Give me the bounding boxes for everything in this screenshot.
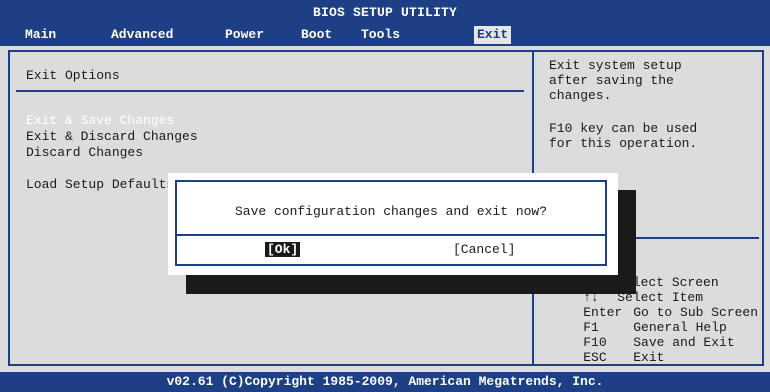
help-text-line: for this operation. — [549, 136, 698, 151]
key-hint-desc: Exit — [633, 350, 665, 365]
option-exit-discard-changes[interactable]: Exit & Discard Changes — [26, 129, 198, 145]
tab-exit[interactable]: Exit — [474, 26, 512, 44]
option-exit-save-changes[interactable]: Exit & Save Changes — [26, 113, 174, 129]
dialog-divider — [177, 234, 605, 236]
tab-main[interactable]: Main — [22, 26, 59, 44]
copyright-footer: v02.61 (C)Copyright 1985-2009, American … — [0, 372, 770, 392]
option-discard-changes[interactable]: Discard Changes — [26, 145, 143, 161]
dialog-message: Save configuration changes and exit now? — [234, 204, 548, 219]
ok-button[interactable]: [Ok] — [265, 242, 301, 257]
title-divider — [16, 90, 524, 92]
section-title: Exit Options — [26, 68, 120, 83]
help-text-line: after saving the — [549, 73, 674, 88]
tab-tools[interactable]: Tools — [358, 26, 403, 44]
cancel-button[interactable]: [Cancel] — [453, 242, 515, 257]
tab-power[interactable]: Power — [222, 26, 267, 44]
confirm-dialog: Save configuration changes and exit now?… — [168, 173, 618, 275]
dialog-body: Save configuration changes and exit now?… — [175, 180, 607, 266]
key-hint-key: ESC — [583, 350, 607, 365]
help-text-line: changes. — [549, 88, 612, 103]
tab-advanced[interactable]: Advanced — [108, 26, 176, 44]
top-menu-bar: BIOS SETUP UTILITY Main Advanced Power B… — [0, 0, 770, 46]
option-load-setup-defaults[interactable]: Load Setup Defaults — [26, 177, 174, 193]
help-text-line: F10 key can be used — [549, 121, 698, 136]
bios-screen: BIOS SETUP UTILITY Main Advanced Power B… — [0, 0, 770, 392]
bios-title: BIOS SETUP UTILITY — [312, 5, 458, 20]
tab-boot[interactable]: Boot — [298, 26, 335, 44]
help-text-line: Exit system setup — [549, 58, 682, 73]
